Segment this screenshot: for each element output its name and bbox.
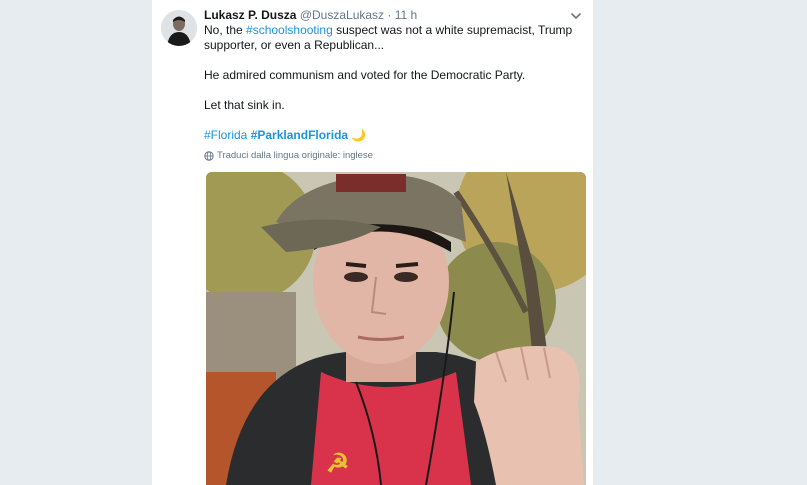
chevron-down-icon[interactable]: [569, 9, 583, 23]
globe-icon: [204, 150, 214, 161]
timestamp[interactable]: 11 h: [395, 8, 417, 22]
avatar-image: [161, 10, 197, 46]
hashtag-parklandflorida[interactable]: #ParklandFlorida: [251, 128, 348, 142]
tweet-card[interactable]: Lukasz P. Dusza @DuszaLukasz · 11 h No, …: [152, 0, 593, 485]
selfie-photo: ☭: [206, 172, 586, 485]
hammer-sickle-icon: ☭: [326, 448, 349, 478]
tweet-photo[interactable]: ☭: [206, 172, 586, 485]
translate-link[interactable]: Traduci dalla lingua originale: inglese: [204, 150, 373, 161]
avatar[interactable]: [161, 10, 197, 46]
hashtags-line: #Florida #ParklandFlorida 🌙: [204, 128, 584, 143]
text-segment: No, the: [204, 23, 247, 37]
author-name[interactable]: Lukasz P. Dusza: [204, 8, 296, 22]
paragraph-3: Let that sink in.: [204, 98, 285, 112]
hashtag-florida[interactable]: #Florida: [204, 128, 247, 142]
separator: ·: [387, 8, 392, 22]
hashtag-schoolshooting[interactable]: #schoolshooting: [246, 23, 333, 37]
tweet-text: No, the #schoolshooting suspect was not …: [204, 23, 584, 143]
paragraph-2: He admired communism and voted for the D…: [204, 68, 526, 82]
moon-icon: 🌙: [351, 128, 367, 142]
tweet-header: Lukasz P. Dusza @DuszaLukasz · 11 h: [204, 8, 417, 22]
paragraph-1: No, the #schoolshooting suspect was not …: [204, 23, 584, 53]
author-handle[interactable]: @DuszaLukasz: [300, 8, 384, 22]
translate-label: Traduci dalla lingua originale: inglese: [217, 150, 373, 161]
